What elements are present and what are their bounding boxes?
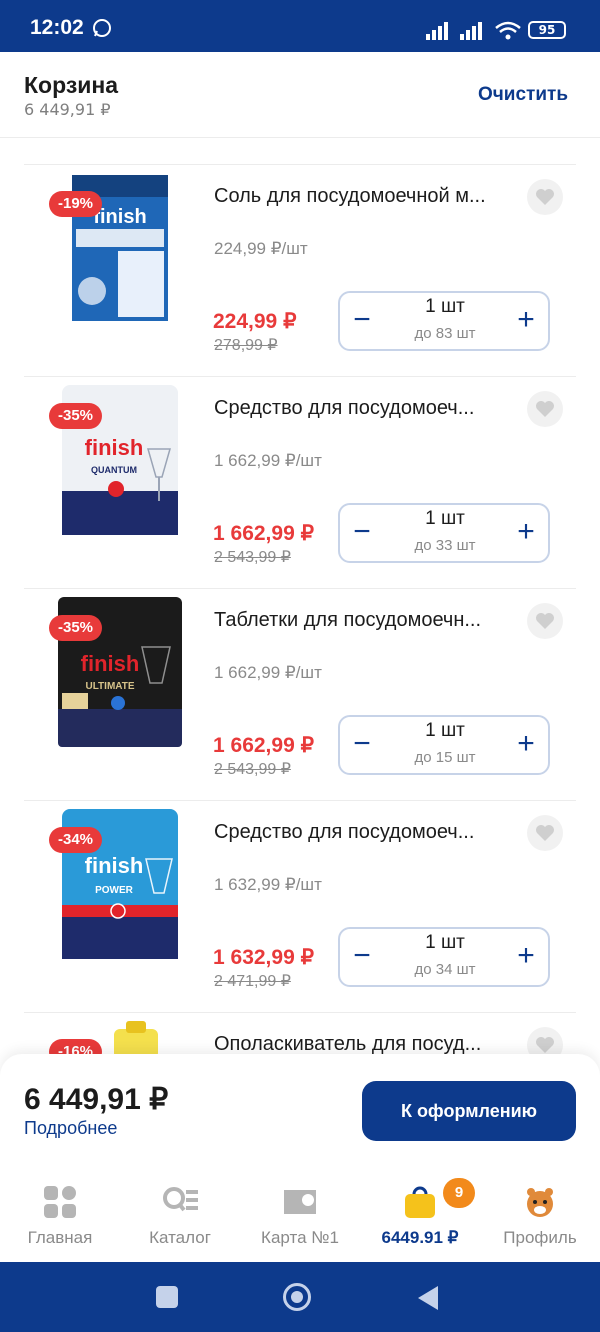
- cart-count-badge: 9: [443, 1178, 475, 1208]
- unit-price: 1 662,99 ₽/шт: [214, 663, 322, 682]
- nav-profile-label: Профиль: [503, 1228, 577, 1247]
- quantity-limit: до 33 шт: [414, 537, 476, 554]
- cart-item[interactable]: finish POWER -34% Средство для посудомое…: [24, 800, 576, 1012]
- discount-badge: -34%: [49, 827, 103, 853]
- cart-bag-icon: [405, 1186, 435, 1218]
- quantity-value: 1 шт: [425, 720, 465, 741]
- svg-text:finish: finish: [81, 651, 140, 676]
- whatsapp-icon: [93, 19, 111, 37]
- nav-catalog[interactable]: Каталог: [120, 1170, 240, 1262]
- cart-sum: 6 449,91 ₽: [24, 100, 111, 119]
- total-sum: 6 449,91 ₽: [24, 1083, 169, 1116]
- page-title: Корзина: [24, 72, 119, 98]
- product-name[interactable]: Соль для посудомоечной м...: [214, 185, 514, 208]
- svg-text:ULTIMATE: ULTIMATE: [85, 681, 134, 692]
- price: 224,99 ₽: [213, 310, 297, 333]
- discount-badge: -19%: [49, 191, 103, 217]
- nav-profile[interactable]: Профиль: [480, 1170, 600, 1262]
- svg-text:POWER: POWER: [95, 885, 134, 896]
- quantity-limit: до 83 шт: [414, 325, 476, 342]
- decrease-button[interactable]: −: [346, 729, 378, 761]
- nav-catalog-label: Каталог: [149, 1228, 211, 1247]
- cart-item[interactable]: -16% Ополаскиватель для посуд...: [24, 1012, 576, 1058]
- unit-price: 1 662,99 ₽/шт: [214, 451, 322, 470]
- favorite-button[interactable]: [527, 179, 563, 215]
- battery-icon: 95: [528, 21, 566, 39]
- quantity-stepper[interactable]: − 1 шт до 34 шт +: [338, 927, 550, 987]
- svg-text:finish: finish: [93, 206, 146, 228]
- heart-icon: [536, 189, 554, 205]
- cart-item[interactable]: finish -19% Соль для посудомоечной м... …: [24, 164, 576, 376]
- heart-icon: [536, 401, 554, 417]
- heart-icon: [536, 1037, 554, 1053]
- catalog-search-icon: [163, 1187, 198, 1212]
- decrease-button[interactable]: −: [346, 305, 378, 337]
- discount-badge: -35%: [49, 615, 103, 641]
- svg-text:finish: finish: [85, 435, 144, 460]
- back-icon[interactable]: [418, 1286, 438, 1310]
- product-name[interactable]: Ополаскиватель для посуд...: [214, 1033, 514, 1056]
- profile-hamster-icon: [527, 1188, 553, 1217]
- bottom-nav: Главная Каталог Карта №1 6449.91 ₽ 9 Про…: [0, 1170, 600, 1262]
- product-name[interactable]: Средство для посудомоеч...: [214, 821, 514, 844]
- recent-apps-icon[interactable]: [156, 1286, 178, 1308]
- product-name[interactable]: Средство для посудомоеч...: [214, 397, 514, 420]
- quantity-stepper[interactable]: − 1 шт до 33 шт +: [338, 503, 550, 563]
- quantity-limit: до 34 шт: [414, 961, 476, 978]
- unit-price: 1 632,99 ₽/шт: [214, 875, 322, 894]
- details-link[interactable]: Подробнее: [24, 1118, 117, 1139]
- old-price: 2 543,99 ₽: [214, 761, 291, 778]
- favorite-button[interactable]: [527, 391, 563, 427]
- old-price: 2 471,99 ₽: [214, 973, 291, 990]
- increase-button[interactable]: +: [510, 729, 542, 761]
- price: 1 632,99 ₽: [213, 946, 314, 969]
- nav-cart-label: 6449.91 ₽: [381, 1228, 459, 1247]
- increase-button[interactable]: +: [510, 305, 542, 337]
- nav-home[interactable]: Главная: [0, 1170, 120, 1262]
- quantity-stepper[interactable]: − 1 шт до 83 шт +: [338, 291, 550, 351]
- signal-icon: [426, 22, 448, 40]
- system-nav-bar: [0, 1262, 600, 1332]
- cart-item[interactable]: finish QUANTUM -35% Средство для посудом…: [24, 376, 576, 588]
- price: 1 662,99 ₽: [213, 522, 314, 545]
- quantity-stepper[interactable]: − 1 шт до 15 шт +: [338, 715, 550, 775]
- decrease-button[interactable]: −: [346, 517, 378, 549]
- wifi-icon: [495, 21, 521, 40]
- quantity-value: 1 шт: [425, 508, 465, 529]
- loyalty-card-icon: [284, 1190, 316, 1214]
- product-name[interactable]: Таблетки для посудомоечн...: [214, 609, 514, 632]
- increase-button[interactable]: +: [510, 941, 542, 973]
- favorite-button[interactable]: [527, 603, 563, 639]
- cart-list[interactable]: finish -19% Соль для посудомоечной м... …: [0, 138, 600, 1058]
- home-button-icon[interactable]: [283, 1283, 311, 1311]
- old-price: 2 543,99 ₽: [214, 549, 291, 566]
- quantity-limit: до 15 шт: [414, 749, 476, 766]
- quantity-value: 1 шт: [425, 932, 465, 953]
- checkout-button[interactable]: К оформлению: [362, 1081, 576, 1141]
- svg-text:finish: finish: [85, 853, 144, 878]
- unit-price: 224,99 ₽/шт: [214, 239, 308, 258]
- nav-card[interactable]: Карта №1: [240, 1170, 360, 1262]
- home-icon: [44, 1186, 76, 1218]
- quantity-value: 1 шт: [425, 296, 465, 317]
- checkout-bar: 6 449,91 ₽ Подробнее К оформлению: [0, 1054, 600, 1170]
- heart-icon: [536, 825, 554, 841]
- price: 1 662,99 ₽: [213, 734, 314, 757]
- cart-header: Корзина 6 449,91 ₽ Очистить: [0, 52, 600, 138]
- nav-card-label: Карта №1: [261, 1228, 339, 1247]
- old-price: 278,99 ₽: [214, 337, 278, 354]
- cart-item[interactable]: finish ULTIMATE -35% Таблетки для посудо…: [24, 588, 576, 800]
- discount-badge: -35%: [49, 403, 103, 429]
- increase-button[interactable]: +: [510, 517, 542, 549]
- heart-icon: [536, 613, 554, 629]
- favorite-button[interactable]: [527, 815, 563, 851]
- nav-home-label: Главная: [27, 1228, 93, 1247]
- clear-cart-button[interactable]: Очистить: [478, 84, 568, 106]
- decrease-button[interactable]: −: [346, 941, 378, 973]
- svg-text:QUANTUM: QUANTUM: [91, 465, 137, 475]
- status-time: 12:02: [30, 16, 84, 39]
- status-bar: 12:02 95: [0, 0, 600, 52]
- signal-2-icon: [460, 22, 482, 40]
